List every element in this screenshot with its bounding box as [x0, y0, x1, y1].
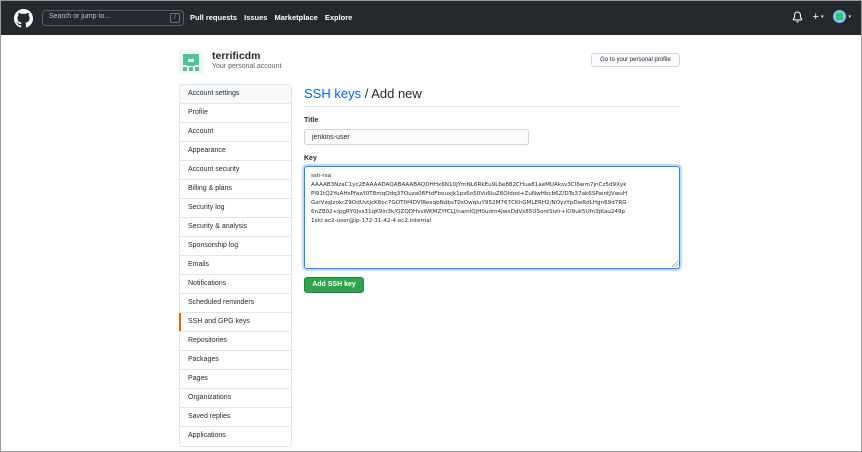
key-textarea[interactable]: ssh-rsa AAAAB3NzaC1yc2EAAAADAQABAAABAQDH… — [304, 166, 680, 269]
plus-icon: + — [812, 10, 819, 23]
sidebar-item-applications[interactable]: Applications — [180, 427, 291, 446]
sidebar-item-organizations[interactable]: Organizations — [180, 389, 291, 408]
github-logo-icon[interactable] — [14, 9, 33, 28]
chevron-down-icon: ▾ — [820, 13, 824, 20]
account-subtitle: Your personal account — [212, 63, 282, 70]
sidebar-item-account[interactable]: Account — [180, 123, 291, 142]
nav-marketplace[interactable]: Marketplace — [274, 13, 317, 22]
sidebar-item-notifications[interactable]: Notifications — [180, 275, 291, 294]
account-username[interactable]: terrificdm — [212, 50, 260, 62]
sidebar-item-emails[interactable]: Emails — [180, 256, 291, 275]
breadcrumb-current: / Add new — [361, 86, 422, 101]
nav-pull-requests[interactable]: Pull requests — [190, 13, 237, 22]
sidebar-item-profile[interactable]: Profile — [180, 104, 291, 123]
breadcrumb-ssh-keys-link[interactable]: SSH keys — [304, 86, 361, 101]
go-to-profile-button[interactable]: Go to your personal profile — [591, 53, 680, 67]
global-nav: Pull requests Issues Marketplace Explore — [190, 13, 352, 22]
sidebar-item-account-security[interactable]: Account security — [180, 161, 291, 180]
title-label: Title — [304, 117, 319, 124]
sidebar-item-sponsorship-log[interactable]: Sponsorship log — [180, 237, 291, 256]
sidebar-item-billing[interactable]: Billing & plans — [180, 180, 291, 199]
title-field[interactable] — [304, 129, 529, 145]
key-text: ssh-rsa AAAAB3NzaC1yc2EAAAADAQABAAABAQDH… — [311, 173, 628, 224]
avatar[interactable] — [179, 50, 203, 74]
search-shortcut-badge: / — [170, 13, 180, 23]
sidebar-item-saved-replies[interactable]: Saved replies — [180, 408, 291, 427]
sidebar-item-scheduled-reminders[interactable]: Scheduled reminders — [180, 294, 291, 313]
sidebar-item-ssh-gpg-keys[interactable]: SSH and GPG keys — [179, 313, 291, 332]
sidebar-item-appearance[interactable]: Appearance — [180, 142, 291, 161]
add-ssh-key-button[interactable]: Add SSH key — [304, 277, 364, 293]
user-avatar — [833, 10, 847, 23]
create-new-menu[interactable]: + ▾ — [813, 11, 824, 23]
sidebar-item-pages[interactable]: Pages — [180, 370, 291, 389]
header-actions: + ▾ ▾ — [792, 10, 851, 23]
search-placeholder: Search or jump to... — [49, 13, 111, 20]
key-label: Key — [304, 155, 317, 162]
page-title: SSH keys / Add new — [304, 86, 422, 101]
search-input[interactable]: Search or jump to... / — [42, 10, 184, 26]
heading-divider — [304, 106, 680, 107]
nav-issues[interactable]: Issues — [244, 13, 267, 22]
chevron-down-icon: ▾ — [848, 13, 851, 20]
sidebar-item-packages[interactable]: Packages — [180, 351, 291, 370]
global-header: Search or jump to... / Pull requests Iss… — [1, 1, 861, 35]
bell-icon[interactable] — [792, 11, 803, 23]
user-menu[interactable]: ▾ — [833, 10, 851, 23]
sidebar-item-security-analysis[interactable]: Security & analysis — [180, 218, 291, 237]
sidebar-heading: Account settings — [180, 85, 291, 104]
nav-explore[interactable]: Explore — [325, 13, 353, 22]
sidebar-item-repositories[interactable]: Repositories — [180, 332, 291, 351]
settings-sidebar: Account settings Profile Account Appeara… — [179, 84, 292, 447]
resize-handle-icon[interactable] — [672, 261, 678, 267]
sidebar-item-security-log[interactable]: Security log — [180, 199, 291, 218]
